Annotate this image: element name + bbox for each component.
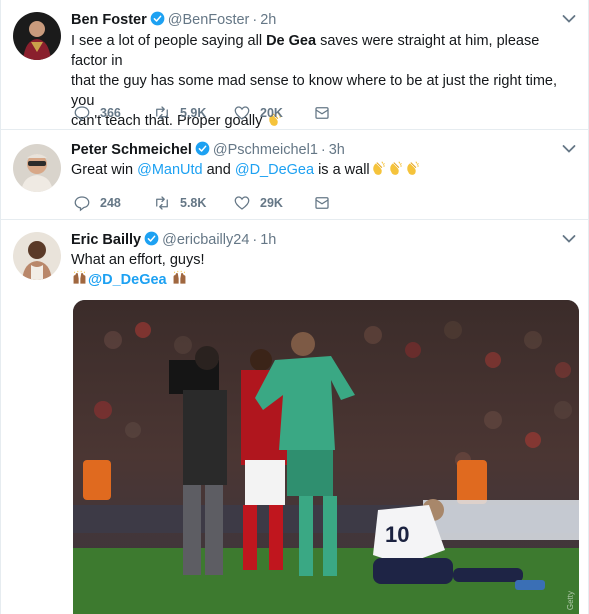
handle[interactable]: @Pschmeichel1 bbox=[213, 142, 318, 158]
tweet[interactable]: Ben Foster @BenFoster · 2h I see a lot of p… bbox=[1, 0, 589, 130]
timestamp[interactable]: 2h bbox=[260, 12, 276, 28]
separator: · bbox=[252, 232, 258, 248]
raised-hands-emoji bbox=[71, 270, 88, 287]
heart-icon bbox=[234, 196, 250, 210]
tweet-header: Ben Foster @BenFoster · 2h bbox=[71, 11, 276, 29]
envelope-icon bbox=[315, 107, 329, 119]
reply-icon bbox=[74, 196, 90, 212]
tweet-text: What an effort, guys! @D_DeGea bbox=[71, 252, 205, 288]
like-button[interactable]: 20K bbox=[233, 103, 283, 123]
retweet-count: 5.9K bbox=[180, 106, 207, 120]
tweet-photo[interactable]: 10 Getty bbox=[73, 300, 579, 614]
like-count: 29K bbox=[260, 196, 283, 210]
svg-text:10: 10 bbox=[385, 522, 409, 547]
retweet-button[interactable]: 5.9K bbox=[153, 103, 206, 123]
separator: · bbox=[252, 12, 258, 28]
retweet-count: 5.8K bbox=[180, 196, 207, 210]
clapping-hands-emoji bbox=[370, 160, 387, 177]
envelope-icon bbox=[315, 197, 329, 209]
display-name[interactable]: Ben Foster bbox=[71, 12, 147, 28]
verified-badge-icon bbox=[195, 141, 210, 156]
like-count: 20K bbox=[260, 106, 283, 120]
stadium-photo: 10 bbox=[73, 300, 579, 614]
reply-count: 366 bbox=[100, 106, 121, 120]
retweet-button[interactable]: 5.8K bbox=[153, 193, 206, 213]
chevron-down-icon[interactable] bbox=[562, 144, 576, 154]
reply-count: 248 bbox=[100, 196, 121, 210]
verified-badge-icon bbox=[144, 231, 159, 246]
tweet[interactable]: Eric Bailly @ericbailly24 · 1h What an effo… bbox=[1, 220, 589, 614]
tweet[interactable]: Peter Schmeichel @Pschmeichel1 · 3h Great w… bbox=[1, 130, 589, 220]
chevron-down-icon[interactable] bbox=[562, 234, 576, 244]
like-button[interactable]: 29K bbox=[233, 193, 283, 213]
avatar[interactable] bbox=[13, 144, 61, 192]
tweet-header: Eric Bailly @ericbailly24 · 1h bbox=[71, 231, 276, 249]
reply-icon bbox=[74, 106, 90, 122]
mention-link[interactable]: @ManUtd bbox=[137, 162, 203, 178]
raised-hands-emoji bbox=[171, 270, 188, 287]
tweet-text: Great win @ManUtd and @D_DeGea is a wall bbox=[71, 160, 571, 180]
handle[interactable]: @ericbailly24 bbox=[162, 232, 249, 248]
direct-message-button[interactable] bbox=[313, 103, 340, 123]
direct-message-button[interactable] bbox=[313, 193, 340, 213]
avatar[interactable] bbox=[13, 12, 61, 60]
reply-button[interactable]: 366 bbox=[73, 103, 121, 123]
handle[interactable]: @BenFoster bbox=[168, 12, 250, 28]
bold-text: De Gea bbox=[266, 33, 317, 49]
timestamp[interactable]: 3h bbox=[329, 142, 345, 158]
avatar[interactable] bbox=[13, 232, 61, 280]
retweet-icon bbox=[156, 196, 168, 210]
tweet-header: Peter Schmeichel @Pschmeichel1 · 3h bbox=[71, 141, 345, 159]
clapping-hands-emoji bbox=[404, 160, 421, 177]
separator: · bbox=[320, 142, 326, 158]
display-name[interactable]: Peter Schmeichel bbox=[71, 142, 192, 158]
mention-link[interactable]: @D_DeGea bbox=[88, 272, 167, 288]
timeline: Ben Foster @BenFoster · 2h I see a lot of p… bbox=[0, 0, 589, 614]
photo-watermark: Getty bbox=[566, 590, 575, 610]
reply-button[interactable]: 248 bbox=[73, 193, 121, 213]
clapping-hands-emoji bbox=[387, 160, 404, 177]
retweet-icon bbox=[156, 106, 168, 120]
timestamp[interactable]: 1h bbox=[260, 232, 276, 248]
chevron-down-icon[interactable] bbox=[562, 14, 576, 24]
mention-link[interactable]: @D_DeGea bbox=[235, 162, 314, 178]
verified-badge-icon bbox=[150, 11, 165, 26]
display-name[interactable]: Eric Bailly bbox=[71, 232, 141, 248]
heart-icon bbox=[234, 106, 250, 120]
